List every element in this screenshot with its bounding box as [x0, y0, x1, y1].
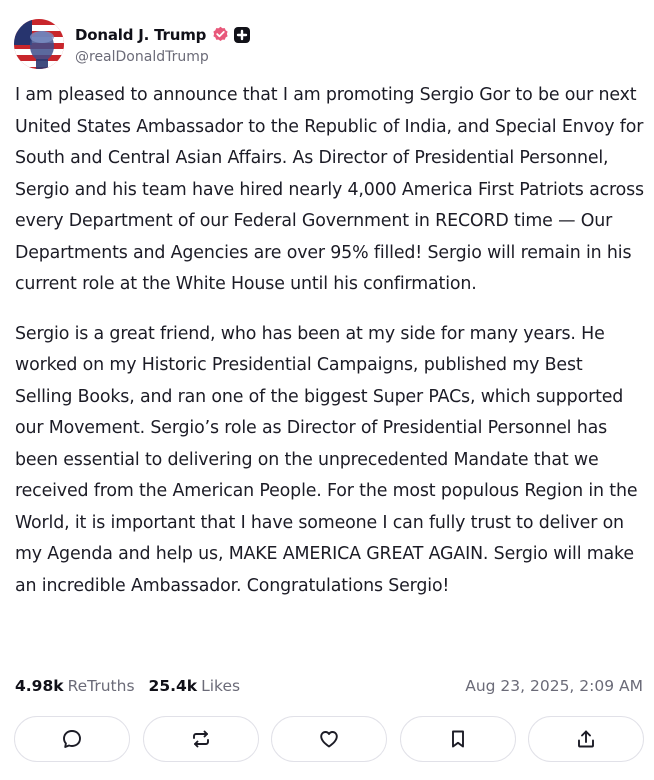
name-row: Donald J. Trump: [75, 24, 251, 46]
bookmark-button[interactable]: [399, 716, 516, 762]
retruths-count: 4.98k: [15, 677, 64, 695]
post-header: Donald J. Trump @realDonaldTrump: [14, 18, 251, 70]
heart-icon: [320, 731, 338, 748]
share-button[interactable]: [528, 716, 644, 762]
comment-icon: [63, 730, 81, 748]
author-block: Donald J. Trump @realDonaldTrump: [75, 24, 251, 65]
post-timestamp: Aug 23, 2025, 2:09 AM: [465, 677, 643, 695]
post-card: Donald J. Trump @realDonaldTrump I am pl…: [0, 0, 654, 780]
bookmark-icon: [451, 730, 464, 748]
post-paragraph: I am pleased to announce that I am promo…: [15, 85, 644, 294]
share-icon: [578, 730, 594, 748]
post-body: I am pleased to announce that I am promo…: [15, 80, 645, 602]
reply-button[interactable]: [14, 716, 130, 762]
retruths-stat[interactable]: 4.98k ReTruths: [15, 677, 135, 695]
action-bar: [14, 716, 644, 764]
premium-plus-icon: [234, 26, 251, 43]
avatar[interactable]: [14, 19, 64, 69]
repost-icon: [192, 730, 209, 748]
verified-badge-icon: [212, 26, 229, 43]
user-handle[interactable]: @realDonaldTrump: [75, 49, 250, 65]
likes-label: Likes: [201, 677, 241, 695]
like-button[interactable]: [271, 716, 387, 762]
likes-stat[interactable]: 25.4k Likes: [149, 677, 241, 695]
retruth-button[interactable]: [142, 716, 259, 762]
likes-count: 25.4k: [148, 677, 198, 695]
post-paragraph: Sergio is a great friend, who has been a…: [15, 323, 638, 596]
post-stats: 4.98k ReTruths 25.4k Likes Aug 23, 2025,…: [15, 674, 643, 698]
avatar-image: [14, 19, 64, 69]
display-name[interactable]: Donald J. Trump: [75, 26, 206, 44]
retruths-label: ReTruths: [67, 677, 135, 695]
